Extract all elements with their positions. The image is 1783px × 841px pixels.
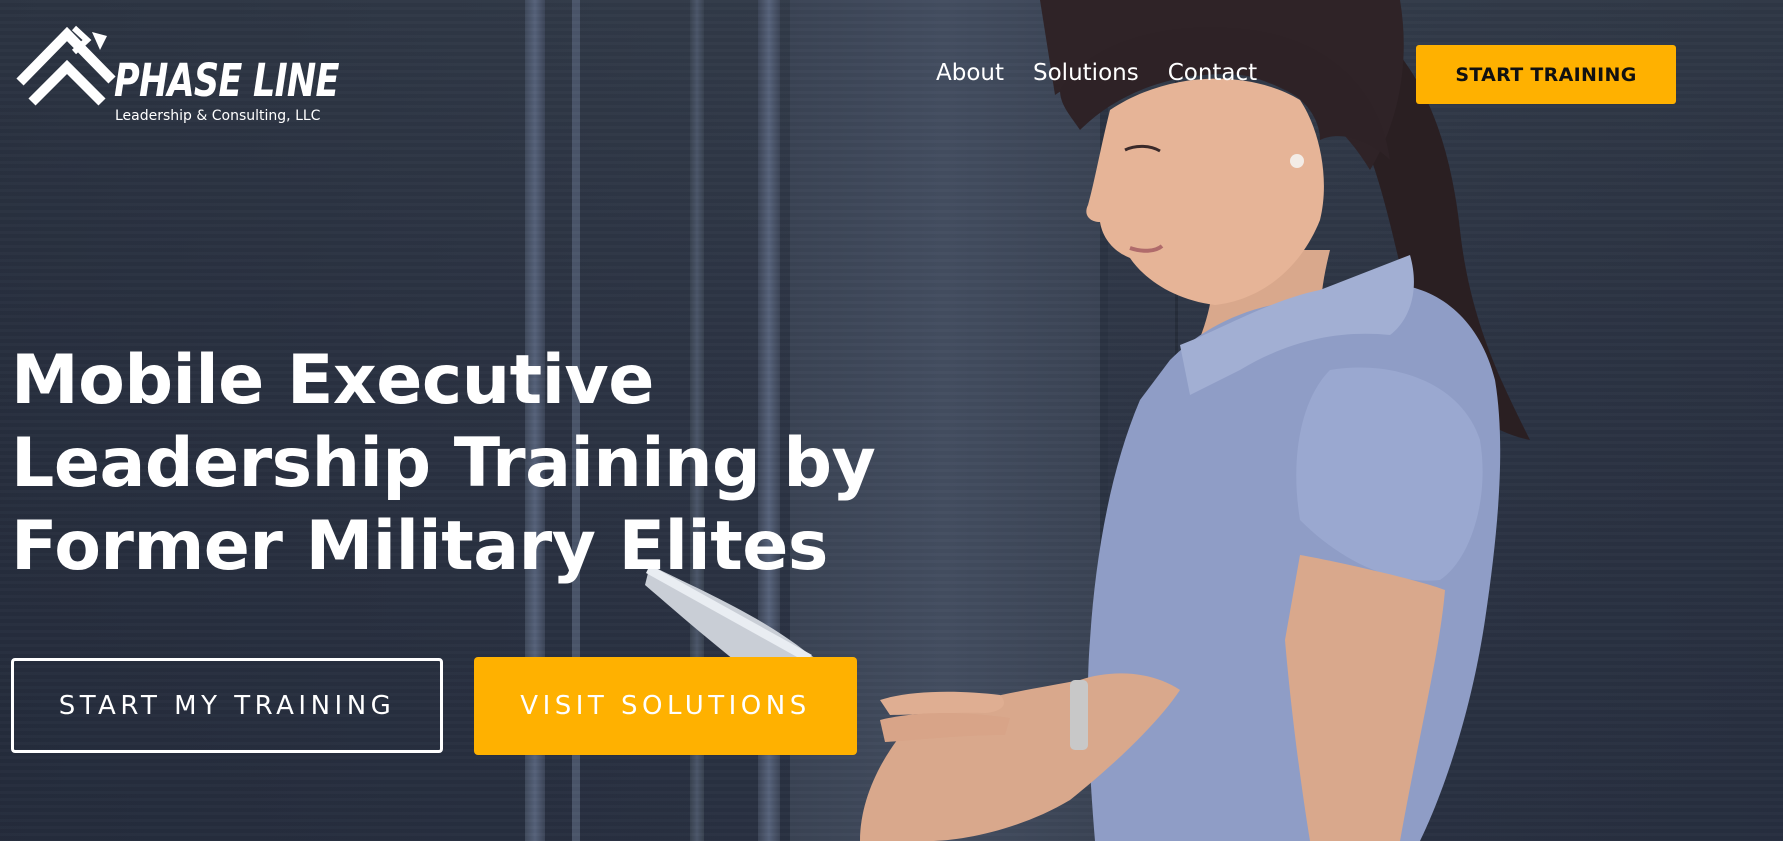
brand-name: PHASE LINE: [114, 54, 340, 107]
nav-link-about[interactable]: About: [936, 58, 1004, 88]
hero-headline-line: Mobile Executive: [11, 341, 654, 420]
chevron-stack-logo-icon: [16, 25, 116, 106]
hero-headline-line: Former Military Elites: [11, 507, 828, 586]
nav-link-contact[interactable]: Contact: [1168, 58, 1257, 88]
brand-tagline: Leadership & Consulting, LLC: [115, 108, 321, 124]
hero-headline: Mobile Executive Leadership Training by …: [11, 339, 891, 588]
hero-section: PHASE LINE Leadership & Consulting, LLC …: [0, 0, 1783, 841]
main-navigation: About Solutions Contact: [936, 58, 1257, 88]
hero-headline-line: Leadership Training by: [11, 424, 876, 503]
nav-link-solutions[interactable]: Solutions: [1033, 58, 1139, 88]
start-training-button[interactable]: START TRAINING: [1416, 45, 1676, 104]
visit-solutions-button[interactable]: VISIT SOLUTIONS: [474, 657, 857, 755]
brand-logo[interactable]: PHASE LINE Leadership & Consulting, LLC: [12, 22, 342, 127]
start-my-training-button[interactable]: START MY TRAINING: [11, 658, 443, 753]
